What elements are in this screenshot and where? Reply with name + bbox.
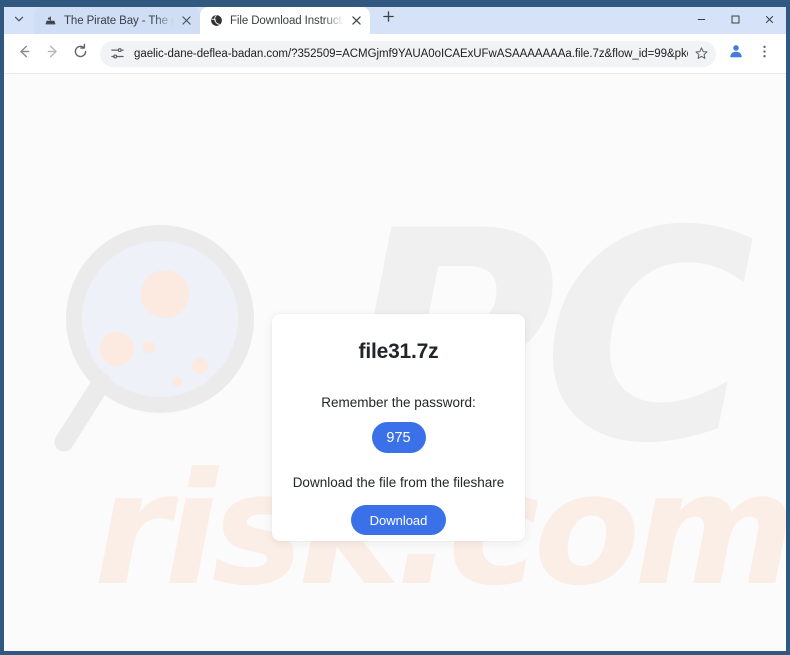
chevron-down-icon [13, 13, 25, 25]
download-instruction-text: Download the file from the fileshare [292, 475, 505, 490]
magnifying-glass-icon [52, 214, 262, 474]
download-button[interactable]: Download [350, 505, 447, 535]
browser-window: The Pirate Bay - The galaxy's m File D [0, 0, 790, 655]
password-value-badge[interactable]: 975 [371, 422, 426, 453]
forward-button[interactable] [38, 40, 66, 68]
download-card: file31.7z Remember the password: 975 Dow… [272, 314, 525, 541]
minimize-icon [696, 12, 707, 30]
tab-search-button[interactable] [4, 5, 34, 33]
tab-title: The Pirate Bay - The galaxy's m [64, 14, 174, 27]
close-icon[interactable] [348, 13, 364, 29]
page-viewport: PC risk.com file31.7z Remember the passw… [4, 74, 786, 649]
browser-toolbar: gaelic-dane-deflea-badan.com/?352509=ACM… [4, 34, 786, 74]
tab-pirate-bay[interactable]: The Pirate Bay - The galaxy's m [34, 7, 200, 34]
tab-file-download-instructions[interactable]: File Download Instructions for t [200, 7, 370, 34]
pirate-bay-icon [43, 14, 57, 28]
back-button[interactable] [10, 40, 38, 68]
globe-icon [209, 14, 223, 28]
site-settings-icon[interactable] [109, 45, 126, 62]
browser-window-inner: The Pirate Bay - The galaxy's m File D [4, 4, 786, 651]
reload-button[interactable] [66, 40, 94, 68]
close-icon[interactable] [178, 13, 194, 29]
password-label: Remember the password: [321, 395, 476, 410]
bookmark-star-icon[interactable] [690, 43, 712, 65]
reload-icon [72, 43, 89, 65]
minimize-button[interactable] [684, 7, 718, 34]
address-bar-url: gaelic-dane-deflea-badan.com/?352509=ACM… [134, 47, 688, 60]
close-icon [764, 12, 775, 30]
new-tab-button[interactable] [374, 5, 402, 33]
close-button[interactable] [752, 7, 786, 34]
profile-avatar-icon [727, 42, 745, 65]
address-bar[interactable]: gaelic-dane-deflea-badan.com/?352509=ACM… [100, 40, 716, 67]
profile-button[interactable] [722, 40, 750, 68]
arrow-left-icon [16, 43, 33, 65]
tab-title: File Download Instructions for t [230, 14, 344, 27]
arrow-right-icon [44, 43, 61, 65]
maximize-button[interactable] [718, 7, 752, 34]
window-controls [684, 7, 786, 34]
three-dots-menu-icon [757, 44, 772, 64]
plus-icon [382, 10, 395, 28]
tab-strip: The Pirate Bay - The galaxy's m File D [4, 4, 786, 34]
browser-menu-button[interactable] [750, 40, 778, 68]
card-file-name: file31.7z [358, 340, 439, 363]
maximize-icon [730, 12, 741, 30]
